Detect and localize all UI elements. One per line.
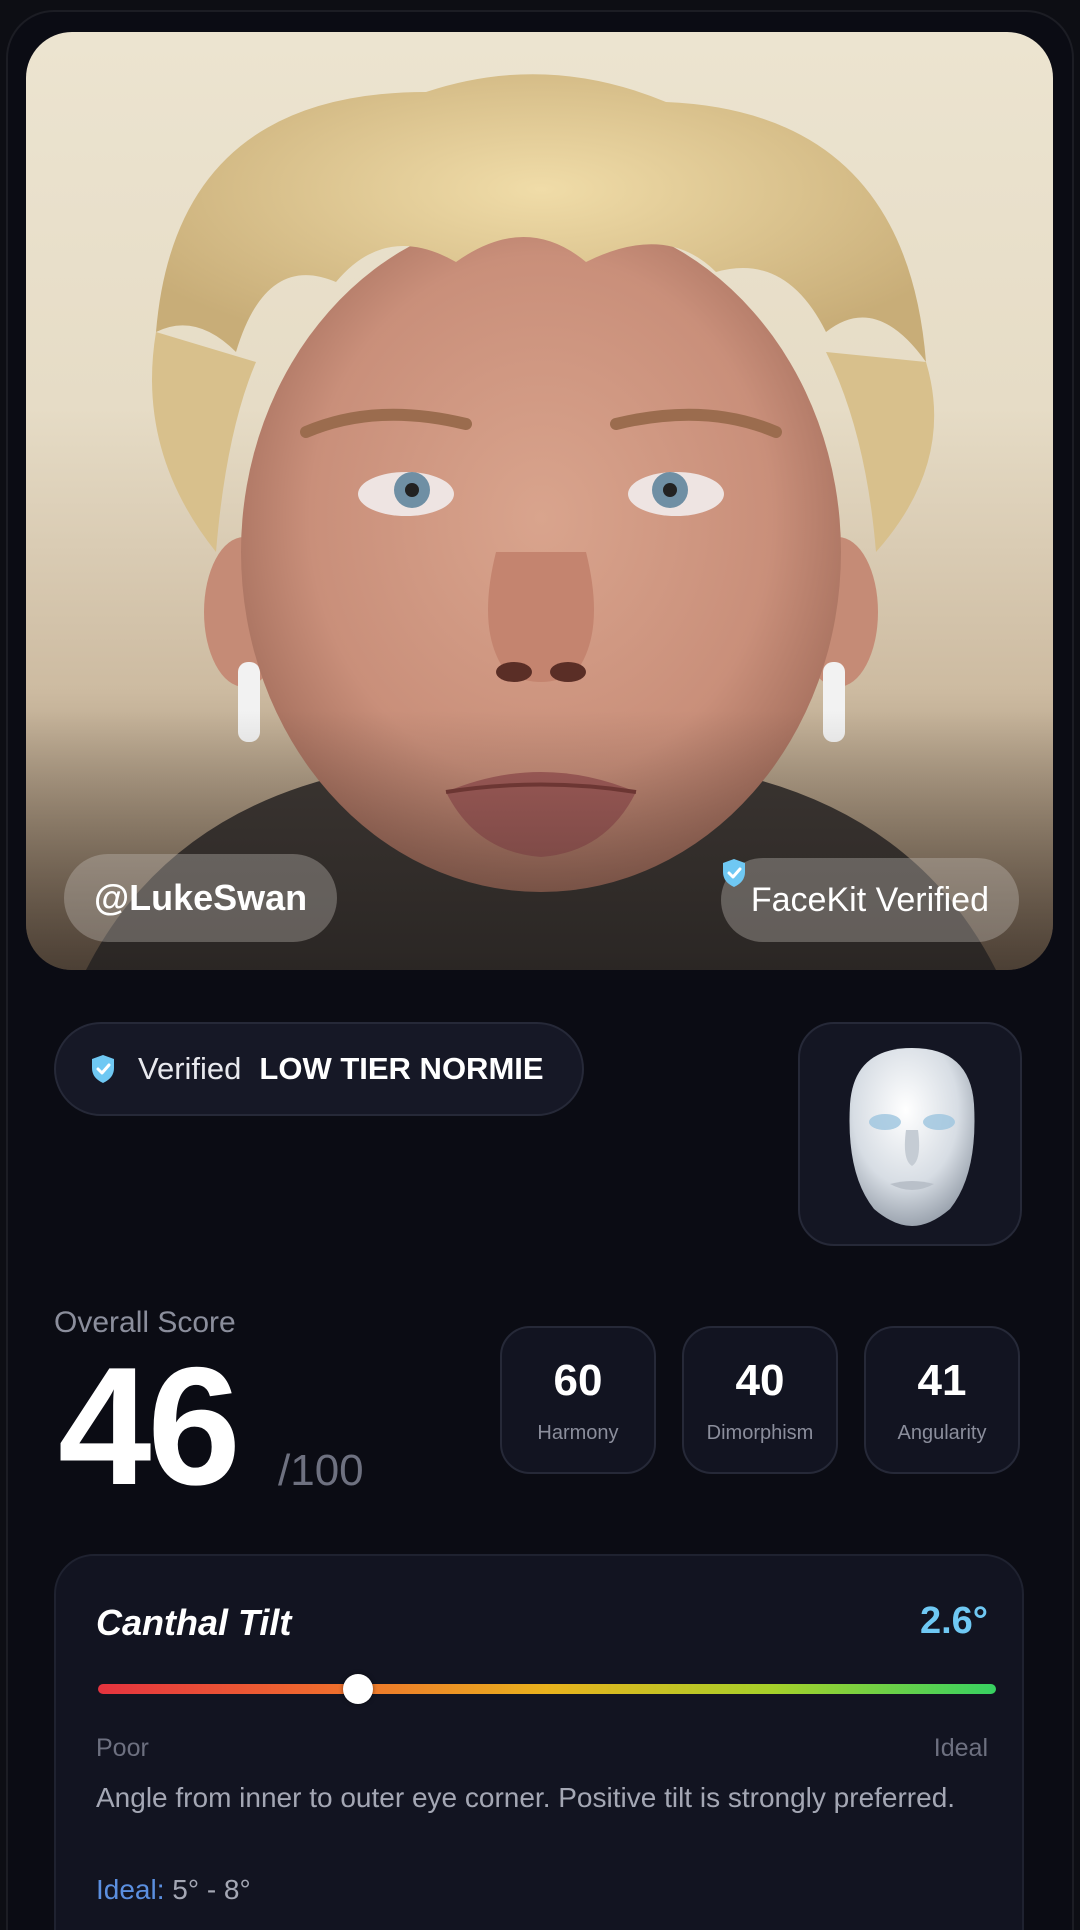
metric-label: Dimorphism [706, 1422, 814, 1444]
tier-value: LOW TIER NORMIE [259, 1051, 544, 1086]
metric-card-angularity[interactable]: 41 Angularity [864, 1326, 1020, 1474]
verified-shield-icon [92, 1055, 114, 1083]
tier-label: Verified [138, 1051, 242, 1086]
metric-value: 40 [735, 1356, 785, 1405]
ideal-range-key: Ideal: [96, 1874, 165, 1905]
metric-value: 60 [553, 1356, 603, 1405]
metric-value: 41 [917, 1356, 967, 1405]
metric-label: Angularity [897, 1422, 987, 1444]
metric-card-dimorphism[interactable]: 40 Dimorphism [682, 1326, 838, 1474]
metric-card-harmony[interactable]: 60 Harmony [500, 1326, 656, 1474]
card-description: Angle from inner to outer eye corner. Po… [96, 1782, 956, 1813]
app-frame: @LukeSwan FaceKit Verified Verified LOW … [6, 10, 1074, 1930]
overall-score-value: 46 [58, 1332, 241, 1520]
rating-track [98, 1684, 996, 1694]
face-mask-icon [849, 1048, 975, 1226]
tier-badge[interactable]: Verified LOW TIER NORMIE [54, 1022, 584, 1116]
scale-high-label: Ideal [933, 1734, 988, 1762]
card-title: Canthal Tilt [96, 1602, 292, 1643]
ideal-range-value: 5° - 8° [172, 1874, 251, 1905]
ideal-range: Ideal: 5° - 8° [96, 1874, 251, 1906]
face-mask-button[interactable] [798, 1022, 1022, 1246]
verified-pill[interactable]: FaceKit Verified [720, 858, 1019, 942]
scale-low-label: Poor [96, 1734, 149, 1762]
username-pill[interactable]: @LukeSwan [64, 854, 338, 942]
canthal-tilt-card[interactable]: Canthal Tilt 2.6° Poor Ideal Angle from … [54, 1554, 1024, 1930]
verified-shield-icon [722, 859, 745, 887]
card-value: 2.6° [919, 1600, 988, 1642]
username-label: @LukeSwan [94, 877, 308, 918]
profile-photo: @LukeSwan FaceKit Verified [26, 32, 1053, 970]
rating-knob [343, 1674, 374, 1704]
verified-label: FaceKit Verified [750, 880, 989, 919]
overall-score-max: /100 [278, 1446, 364, 1495]
metric-label: Harmony [537, 1422, 619, 1444]
